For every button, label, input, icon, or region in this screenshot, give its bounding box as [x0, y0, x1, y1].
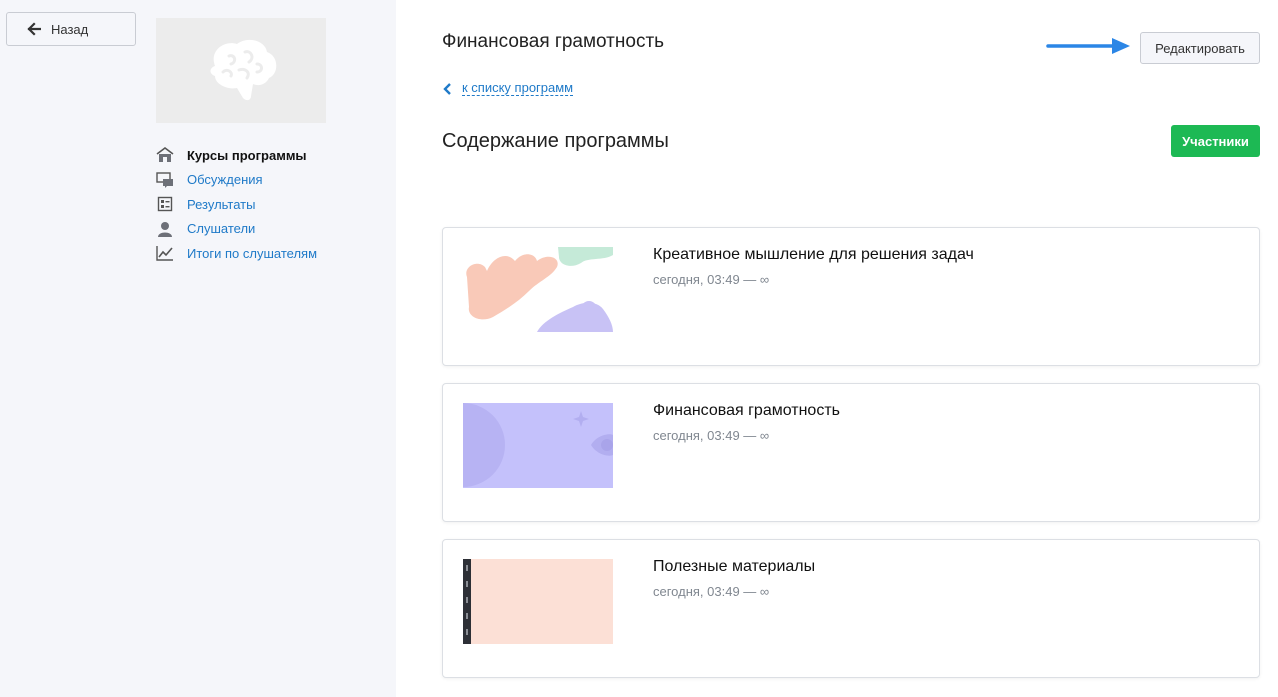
course-cover-image — [463, 559, 613, 644]
chevron-left-icon — [443, 82, 451, 95]
arrow-left-icon — [27, 22, 41, 36]
course-title: Финансовая грамотность — [653, 402, 840, 419]
chat-icon — [156, 171, 174, 189]
course-date: сегодня, 03:49 — ∞ — [653, 272, 770, 287]
nav-item-courses[interactable]: Курсы программы — [156, 143, 386, 168]
nav-item-listeners[interactable]: Слушатели — [156, 217, 386, 242]
members-button[interactable]: Участники — [1171, 125, 1260, 157]
brain-icon — [210, 39, 277, 100]
back-button[interactable]: Назад — [6, 12, 136, 46]
course-title: Креативное мышление для решения задач — [653, 246, 974, 263]
course-cover-image — [463, 247, 613, 332]
section-title: Содержание программы — [442, 130, 669, 152]
page-title: Финансовая грамотность — [442, 31, 665, 52]
nav-item-label: Обсуждения — [187, 172, 263, 188]
back-to-programs-link[interactable]: к списку программ — [442, 80, 574, 96]
annotation-arrow — [1046, 38, 1130, 54]
course-date: сегодня, 03:49 — ∞ — [653, 428, 770, 443]
nav-item-label: Слушатели — [187, 221, 256, 237]
back-to-programs-label: к списку программ — [462, 80, 574, 96]
course-card[interactable]: Финансовая грамотность сегодня, 03:49 — … — [442, 383, 1260, 522]
user-icon — [156, 220, 174, 238]
nav-item-results[interactable]: Результаты — [156, 192, 386, 217]
nav-item-discussions[interactable]: Обсуждения — [156, 168, 386, 193]
back-button-label: Назад — [51, 21, 89, 37]
edit-button[interactable]: Редактировать — [1140, 32, 1260, 64]
program-nav: Курсы программы Обсуждения Результаты Сл… — [156, 143, 386, 266]
nav-item-listener-totals[interactable]: Итоги по слушателям — [156, 241, 386, 266]
nav-item-label: Итоги по слушателям — [187, 245, 318, 261]
results-icon — [156, 195, 174, 213]
course-cover-image — [463, 403, 613, 488]
course-title: Полезные материалы — [653, 558, 816, 575]
course-card[interactable]: Полезные материалы сегодня, 03:49 — ∞ — [442, 539, 1260, 678]
course-card[interactable]: Креативное мышление для решения задач се… — [442, 227, 1260, 366]
home-icon — [156, 146, 174, 164]
nav-item-label: Результаты — [187, 196, 256, 212]
program-cover-image — [156, 18, 326, 123]
nav-item-label: Курсы программы — [187, 147, 307, 163]
chart-icon — [156, 244, 174, 262]
course-date: сегодня, 03:49 — ∞ — [653, 584, 770, 599]
